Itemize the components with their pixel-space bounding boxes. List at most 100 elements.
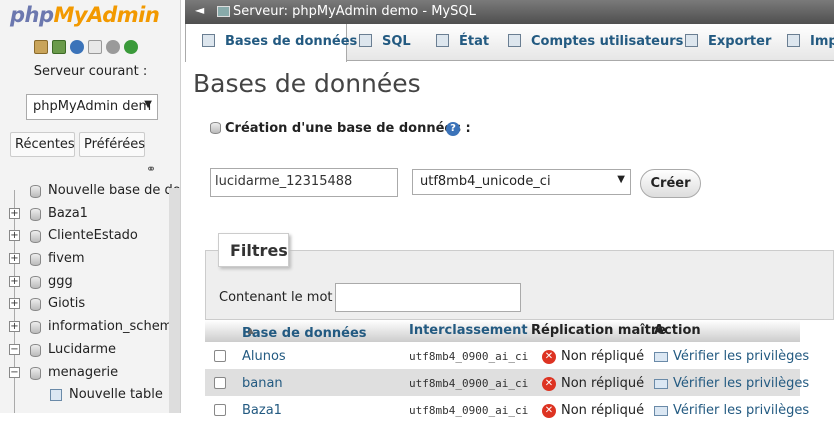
documentation-icon[interactable] (88, 40, 102, 54)
error-x-icon: ✕ (542, 377, 556, 391)
server-label: Serveur courant : (33, 64, 148, 79)
privileges-icon[interactable] (654, 352, 668, 362)
header-database-text: Base de données (242, 326, 367, 341)
tree-item[interactable]: − Lucidarme (0, 339, 180, 362)
tree-item-label[interactable]: Nouvelle table (69, 387, 163, 402)
help-icon[interactable]: ? (446, 122, 460, 136)
server-icon (217, 6, 230, 17)
collation-select-value: utf8mb4_unicode_ci (420, 174, 551, 189)
header-replication: Réplication maître (531, 323, 667, 338)
collapse-icon[interactable]: − (9, 366, 20, 378)
link-icon[interactable]: ⚭ (146, 162, 156, 176)
tab-sql[interactable]: SQL (359, 24, 411, 61)
table-row: Baza1 utf8mb4_0900_ai_ci ✕ Non répliqué Véri… (205, 396, 809, 423)
tree-item[interactable]: Nouvelle base de do (0, 180, 180, 203)
gear-icon[interactable] (106, 40, 120, 54)
export-icon (685, 34, 698, 47)
tree-item[interactable]: + ClienteEstado (0, 225, 180, 248)
privileges-icon[interactable] (654, 406, 668, 416)
database-icon (30, 275, 41, 289)
tab-status[interactable]: État (436, 24, 489, 61)
tree-item-label[interactable]: Giotis (48, 296, 85, 311)
tab-import[interactable]: Imp (787, 24, 834, 61)
tab-label: Comptes utilisateurs (531, 34, 684, 49)
tree-item[interactable]: + Giotis (0, 293, 180, 316)
tree-item[interactable]: Nouvelle table (0, 384, 180, 407)
tab-databases[interactable]: Bases de données (185, 24, 357, 62)
server-breadcrumb-bar: ◄ Serveur: phpMyAdmin demo - MySQL (185, 0, 834, 24)
check-privileges-link[interactable]: Vérifier les privilèges (673, 376, 809, 391)
row-checkbox[interactable] (214, 377, 226, 389)
main-tabs: Bases de données SQL État Comptes utilis… (185, 24, 834, 62)
collation-cell: utf8mb4_0900_ai_ci (409, 404, 529, 417)
breadcrumb-server[interactable]: Serveur: phpMyAdmin demo - MySQL (233, 4, 476, 19)
server-select-value: phpMyAdmin dem (33, 99, 152, 114)
users-icon (508, 34, 521, 47)
collapse-arrow-icon[interactable]: ◄ (195, 3, 204, 17)
expand-icon[interactable]: + (9, 207, 20, 219)
tab-user-accounts[interactable]: Comptes utilisateurs (508, 24, 683, 61)
tree-item-label[interactable]: ClienteEstado (48, 228, 138, 243)
tree-item-label[interactable]: ggg (48, 274, 73, 289)
database-name-input[interactable]: lucidarme_12315488 (210, 168, 398, 197)
tab-label: Imp (810, 34, 834, 49)
phpmyadmin-logo[interactable]: phpMyAdmin (10, 3, 160, 27)
tree-item-label[interactable]: Baza1 (48, 206, 88, 221)
sort-ascending-icon: ▲ (242, 326, 254, 335)
database-icon (30, 343, 41, 357)
tab-export[interactable]: Exporter (685, 24, 771, 61)
privileges-icon[interactable] (654, 379, 668, 389)
tree-item-label[interactable]: fivem (48, 251, 85, 266)
favorites-tab-button[interactable]: Préférées (79, 132, 145, 157)
row-checkbox[interactable] (214, 350, 226, 362)
replication-cell: Non répliqué (561, 403, 645, 418)
tree-item[interactable]: + fivem (0, 248, 180, 271)
tree-item-label[interactable]: information_schema (48, 319, 180, 334)
database-icon (30, 185, 41, 198)
reload-icon[interactable] (124, 40, 138, 54)
recent-tab-button[interactable]: Récentes (10, 132, 75, 157)
tab-label: État (459, 34, 490, 49)
nav-scrollbar[interactable] (169, 188, 180, 413)
server-select[interactable]: phpMyAdmin dem ▼ (26, 94, 158, 120)
table-add-icon (50, 389, 62, 402)
filter-input[interactable] (335, 283, 521, 312)
tree-item[interactable]: + information_schema (0, 316, 180, 339)
chevron-down-icon: ▼ (617, 174, 625, 185)
tree-item-label[interactable]: Nouvelle base de do (48, 183, 180, 198)
tree-item-label[interactable]: menagerie (48, 365, 118, 380)
tree-item[interactable]: − menagerie (0, 362, 180, 385)
collapse-icon[interactable]: − (9, 343, 20, 355)
database-icon (30, 321, 41, 335)
expand-icon[interactable]: + (9, 230, 20, 242)
sql-icon (359, 34, 372, 47)
database-link[interactable]: Alunos (242, 349, 286, 364)
check-privileges-link[interactable]: Vérifier les privilèges (673, 349, 809, 364)
tab-label: Bases de données (225, 34, 358, 49)
database-tree: Nouvelle base de do + Baza1 + ClienteEstado +… (0, 180, 180, 407)
check-privileges-link[interactable]: Vérifier les privilèges (673, 403, 809, 418)
expand-icon[interactable]: + (9, 298, 20, 310)
help-icon[interactable] (70, 40, 84, 54)
logo-php: php (10, 3, 54, 27)
database-link[interactable]: Baza1 (242, 403, 282, 418)
tree-item-label[interactable]: Lucidarme (48, 342, 116, 357)
database-link[interactable]: banan (242, 376, 283, 391)
home-icon[interactable] (34, 40, 48, 54)
collation-select[interactable]: utf8mb4_unicode_ci ▼ (412, 169, 631, 195)
create-database-text: Création d'une base de données : (225, 121, 471, 136)
expand-icon[interactable]: + (9, 253, 20, 265)
table-row: banan utf8mb4_0900_ai_ci ✕ Non répliqué Véri… (205, 369, 809, 396)
header-collation[interactable]: Interclassement (409, 323, 528, 338)
create-button[interactable]: Créer (640, 169, 701, 198)
error-x-icon: ✕ (542, 404, 556, 418)
expand-icon[interactable]: + (9, 321, 20, 333)
row-checkbox[interactable] (214, 404, 226, 416)
tree-item[interactable]: + ggg (0, 271, 180, 294)
database-icon (30, 253, 41, 267)
status-icon (436, 34, 449, 47)
logo-admin: Admin (87, 3, 160, 27)
logout-icon[interactable] (52, 40, 66, 54)
expand-icon[interactable]: + (9, 275, 20, 287)
tree-item[interactable]: + Baza1 (0, 203, 180, 226)
